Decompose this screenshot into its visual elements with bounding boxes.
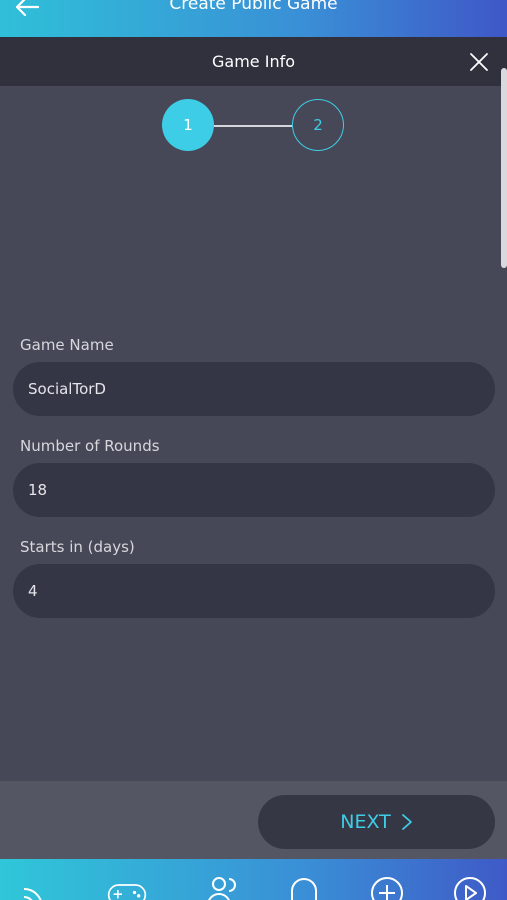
modal-title: Game Info: [212, 52, 295, 71]
play-icon[interactable]: [450, 875, 490, 900]
step-1-indicator: 1: [162, 99, 214, 151]
modal-header: Game Info: [0, 37, 507, 86]
create-public-game-screen: Create Public Game Game Info 1 2 Game Na…: [0, 0, 507, 900]
stepper-connector: [214, 125, 292, 127]
game-name-label: Game Name: [20, 336, 114, 354]
game-name-input[interactable]: SocialTorD: [13, 362, 495, 416]
scrollbar[interactable]: [501, 68, 507, 268]
close-icon[interactable]: [468, 51, 490, 73]
starts-in-label: Starts in (days): [20, 538, 135, 556]
friends-icon[interactable]: [205, 875, 245, 900]
rounds-input[interactable]: 18: [13, 463, 495, 517]
add-icon[interactable]: [367, 875, 407, 900]
chevron-right-icon: [401, 814, 412, 830]
starts-in-input[interactable]: 4: [13, 564, 495, 618]
feed-icon[interactable]: [18, 875, 58, 900]
rounds-label: Number of Rounds: [20, 437, 160, 455]
app-bar-title: Create Public Game: [169, 0, 338, 14]
next-button-label: NEXT: [340, 811, 391, 833]
bottom-navigation: [0, 859, 507, 900]
notifications-icon[interactable]: [284, 875, 324, 900]
app-bar: Create Public Game: [0, 0, 507, 37]
gamepad-icon[interactable]: [107, 875, 147, 900]
next-button[interactable]: NEXT: [258, 795, 495, 849]
step-2-indicator: 2: [292, 99, 344, 151]
